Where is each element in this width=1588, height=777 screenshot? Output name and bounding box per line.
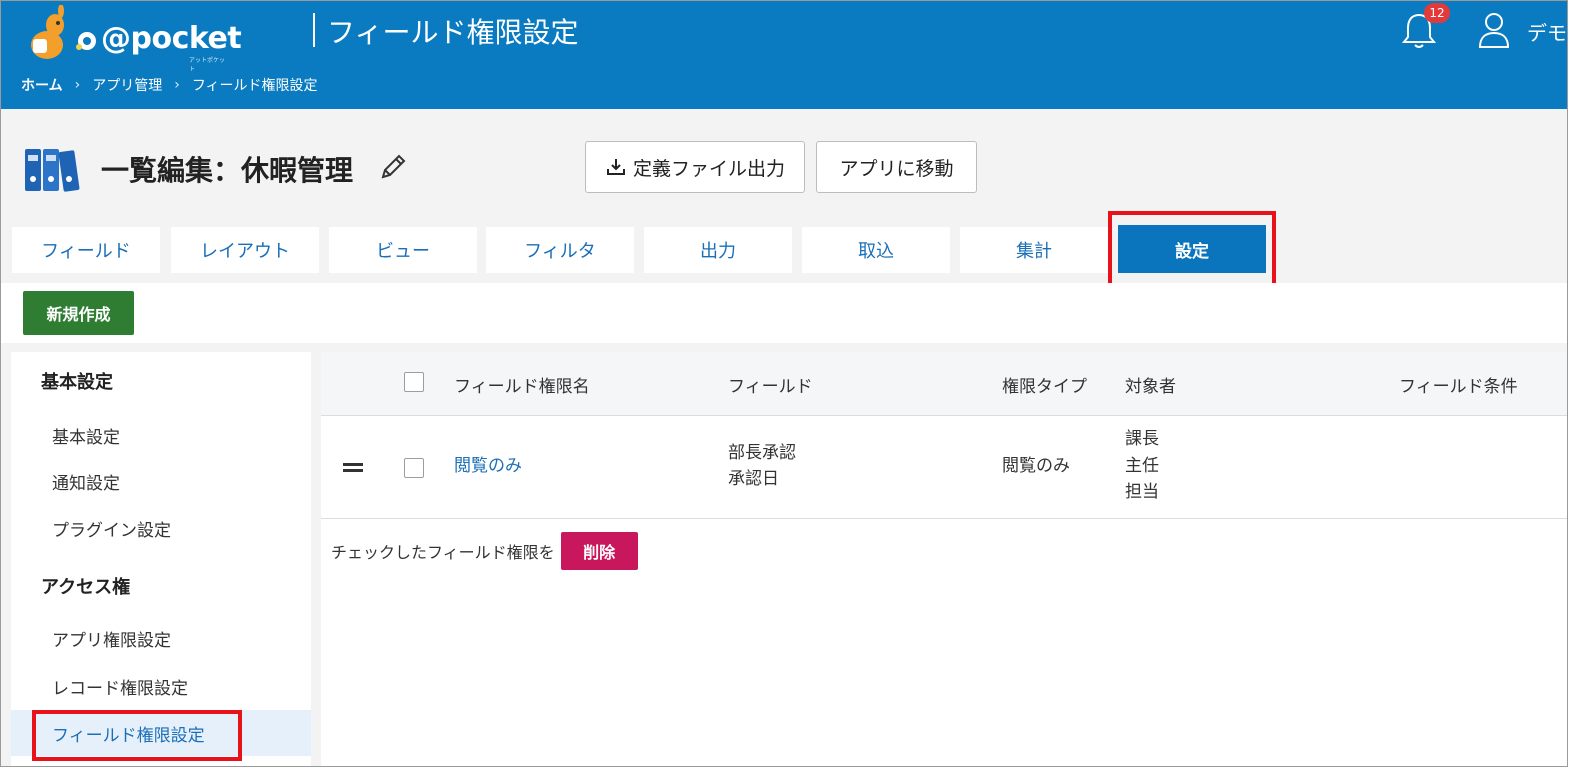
page-title: フィールド権限設定 [327,16,579,49]
permission-type: 閲覧のみ [1002,456,1070,476]
app-window: @pocket アットポケット フィールド権限設定 ホーム › アプリ管理 › … [0,0,1568,767]
permission-target-3: 担当 [1125,482,1159,502]
app-logo[interactable]: @pocket アットポケット [19,5,242,73]
permission-field-2: 承認日 [728,469,779,489]
row-checkbox[interactable] [404,458,424,478]
settings-tab-highlight [1108,211,1276,287]
breadcrumb-home[interactable]: ホーム [21,75,63,95]
permission-field-1: 部長承認 [728,443,796,463]
sidebar-item-notification-settings[interactable]: 通知設定 [11,458,311,504]
sidebar-heading-access: アクセス権 [41,577,131,598]
table-header: フィールド権限名 フィールド 権限タイプ 対象者 フィールド条件 [321,352,1567,416]
app-title: 一覧編集：休暇管理 [101,154,354,187]
bulk-action-prompt: チェックしたフィールド権限を [331,543,555,562]
column-header-name: フィールド権限名 [454,377,590,397]
pencil-edit-icon[interactable] [377,151,409,183]
delete-button[interactable]: 削除 [560,532,638,570]
top-header: @pocket アットポケット フィールド権限設定 ホーム › アプリ管理 › … [1,1,1567,109]
breadcrumb-chevron-icon: › [174,77,180,93]
column-header-target: 対象者 [1125,377,1176,397]
sidebar-item-basic-settings[interactable]: 基本設定 [11,412,311,458]
tab-bar: フィールド レイアウト ビュー フィルタ 出力 取込 集計 設定 [1,225,1567,283]
sidebar-item-plugin-settings[interactable]: プラグイン設定 [11,505,311,551]
go-to-app-button[interactable]: アプリに移動 [816,141,977,193]
tab-field[interactable]: フィールド [12,227,160,273]
drag-handle-icon[interactable] [343,463,363,473]
user-name[interactable]: デモ [1527,17,1567,46]
sidebar-heading-basic: 基本設定 [41,372,113,393]
tab-layout[interactable]: レイアウト [171,227,319,273]
logo-subtext: アットポケット [189,57,226,73]
user-icon[interactable] [1477,11,1511,49]
kangaroo-logo-icon [31,5,96,59]
tab-output[interactable]: 出力 [644,227,792,273]
field-permission-panel: フィールド権限名 フィールド 権限タイプ 対象者 フィールド条件 閲覧のみ 部長… [321,352,1567,766]
binder-app-icon [25,149,80,192]
permission-target-2: 主任 [1125,456,1159,476]
permission-name-link[interactable]: 閲覧のみ [454,453,522,480]
new-create-button[interactable]: 新規作成 [23,291,134,335]
tab-filter[interactable]: フィルタ [486,227,634,273]
field-permission-highlight [32,710,242,761]
sidebar-item-record-permission[interactable]: レコード権限設定 [11,663,311,709]
breadcrumb-app-management[interactable]: アプリ管理 [92,75,162,95]
table-row: 閲覧のみ 部長承認 承認日 閲覧のみ 課長 主任 担当 [321,417,1567,519]
breadcrumb-chevron-icon: › [74,77,81,93]
tab-import[interactable]: 取込 [802,227,950,273]
tab-view[interactable]: ビュー [329,227,477,273]
column-header-type: 権限タイプ [1002,377,1087,397]
select-all-checkbox[interactable] [404,372,424,392]
download-icon [606,159,625,175]
sidebar-item-app-permission[interactable]: アプリ権限設定 [11,615,311,661]
tab-aggregate[interactable]: 集計 [960,227,1108,273]
export-definition-label: 定義ファイル出力 [632,157,785,180]
logo-text: @pocket [101,21,242,56]
breadcrumb: ホーム › アプリ管理 › フィールド権限設定 [21,75,318,95]
title-separator [313,13,315,47]
bulk-action-bar: チェックしたフィールド権限を 削除 [331,532,638,570]
notification-badge: 12 [1424,3,1450,23]
column-header-field: フィールド [728,377,813,397]
column-header-condition: フィールド条件 [1399,377,1518,397]
breadcrumb-current: フィールド権限設定 [191,78,318,94]
settings-sidebar: 基本設定 基本設定 通知設定 プラグイン設定 アクセス権 アプリ権限設定 レコー… [11,352,311,766]
export-definition-button[interactable]: 定義ファイル出力 [585,141,805,193]
toolbar: 新規作成 [1,283,1567,343]
permission-target-1: 課長 [1125,429,1159,449]
